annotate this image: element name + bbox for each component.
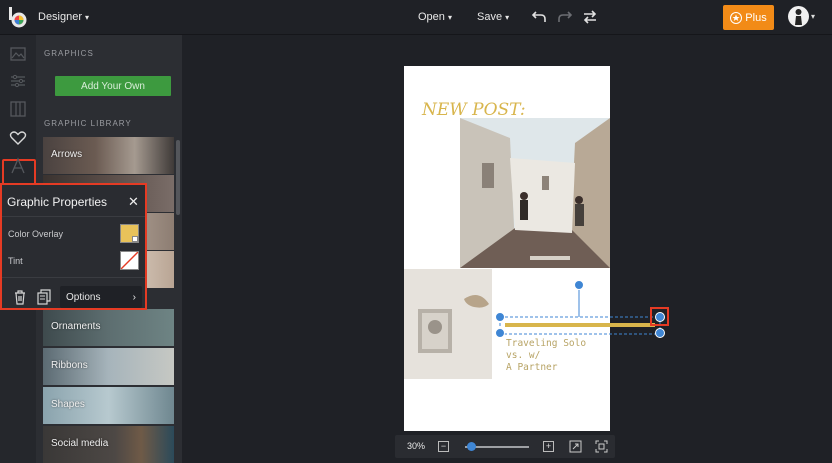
tint-swatch[interactable]: [120, 251, 139, 270]
swap-icon[interactable]: [582, 9, 598, 25]
chevron-down-icon: ▾: [85, 13, 90, 22]
graphic-properties-popup: Graphic Properties ✕ Color Overlay Tint …: [0, 183, 147, 310]
color-overlay-swatch[interactable]: [120, 224, 139, 243]
library-tile-label: Ornaments: [51, 321, 101, 332]
zoom-level: 30%: [407, 441, 426, 451]
library-tile-social-media[interactable]: Social media: [43, 426, 174, 463]
redo-icon[interactable]: [557, 9, 573, 25]
heart-icon[interactable]: [8, 128, 28, 148]
library-tile-label: Arrows: [51, 149, 83, 160]
graphics-title: GRAPHICS: [44, 49, 94, 58]
fullscreen-icon[interactable]: [595, 440, 608, 453]
top-bar: Designer ▾ Open ▾ Save ▾ Plus ▾: [0, 0, 832, 35]
options-button[interactable]: Options ›: [60, 286, 142, 308]
resize-handle-bottom-right[interactable]: [655, 328, 665, 338]
resize-handle-top-right[interactable]: [655, 312, 665, 322]
undo-icon[interactable]: [531, 9, 547, 25]
adjust-sliders-icon[interactable]: [8, 71, 28, 91]
app-logo-icon[interactable]: [9, 7, 28, 28]
street-scene-image: [460, 118, 610, 268]
fit-to-screen-icon[interactable]: [569, 440, 582, 453]
chevron-right-icon: ›: [132, 291, 136, 303]
layout-tool-icon[interactable]: [8, 99, 28, 119]
chevron-down-icon[interactable]: ▾: [811, 12, 815, 21]
street-photo[interactable]: [460, 118, 610, 268]
image-tool-icon[interactable]: [8, 44, 28, 64]
library-tile-shapes[interactable]: Shapes: [43, 387, 174, 424]
swatch-corner-icon: [132, 236, 138, 242]
tint-label: Tint: [8, 256, 23, 266]
caption-text[interactable]: Traveling Solo vs. w/ A Partner: [506, 338, 586, 374]
stamp-image: [404, 269, 492, 379]
zoom-slider-thumb[interactable]: [466, 442, 476, 451]
user-avatar[interactable]: [788, 6, 809, 27]
star-icon: [730, 11, 743, 24]
rotate-handle[interactable]: [574, 280, 584, 290]
library-tile-arrows[interactable]: Arrows: [43, 137, 174, 174]
library-tile-ribbons[interactable]: Ribbons: [43, 348, 174, 385]
save-menu[interactable]: Save ▾: [477, 11, 509, 23]
graphic-library-title: GRAPHIC LIBRARY: [44, 119, 132, 128]
headline-text[interactable]: NEW POST:: [422, 100, 526, 120]
resize-handle-bottom-left[interactable]: [495, 328, 505, 338]
trash-icon[interactable]: [13, 289, 27, 305]
library-tile-label: Social media: [51, 438, 109, 449]
divider: [2, 216, 145, 217]
open-menu[interactable]: Open ▾: [418, 11, 452, 23]
library-tile-ornaments[interactable]: Ornaments: [43, 309, 174, 346]
divider: [2, 277, 145, 278]
popup-title: Graphic Properties: [7, 195, 108, 209]
save-menu-label: Save: [477, 11, 503, 23]
user-silhouette-icon: [795, 9, 802, 25]
plus-label: Plus: [745, 11, 767, 24]
library-tile-label: Ribbons: [51, 360, 88, 371]
add-your-own-button[interactable]: Add Your Own: [55, 76, 171, 96]
plus-upgrade-button[interactable]: Plus: [723, 5, 774, 30]
designer-menu[interactable]: Designer ▾: [38, 11, 89, 23]
chevron-down-icon: ▾: [505, 13, 510, 22]
options-label: Options: [66, 291, 101, 303]
stamp-graphic[interactable]: [404, 269, 492, 379]
library-tile-label: Shapes: [51, 399, 85, 410]
duplicate-icon[interactable]: [37, 289, 51, 305]
chevron-down-icon: ▾: [447, 13, 452, 22]
open-menu-label: Open: [418, 11, 445, 23]
designer-menu-label: Designer: [38, 11, 83, 23]
color-overlay-label: Color Overlay: [8, 229, 64, 239]
zoom-bar: 30% − +: [395, 435, 615, 458]
panel-scrollbar[interactable]: [176, 140, 180, 215]
no-color-icon: [120, 251, 139, 270]
close-icon[interactable]: ✕: [128, 194, 139, 210]
text-tool-icon[interactable]: [8, 156, 28, 176]
resize-handle-top-left[interactable]: [495, 312, 505, 322]
zoom-in-button[interactable]: +: [543, 441, 554, 452]
zoom-out-button[interactable]: −: [438, 441, 449, 452]
